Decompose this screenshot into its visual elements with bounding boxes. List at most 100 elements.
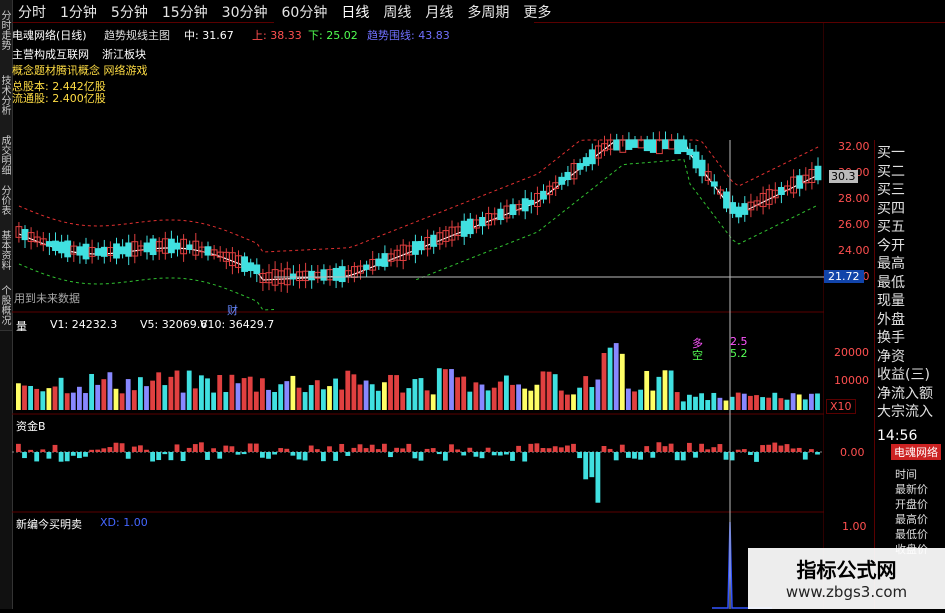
volume-bar	[705, 400, 711, 410]
quote-field: 最低价	[895, 528, 928, 541]
volume-bar	[284, 381, 290, 410]
candle-body	[241, 256, 248, 272]
fund-bar	[510, 452, 515, 461]
volume-bar	[571, 394, 576, 410]
candle-body	[674, 139, 682, 155]
candle-body	[656, 139, 663, 155]
period-tab[interactable]: 1分钟	[60, 2, 97, 22]
fund-bar	[534, 443, 540, 452]
period-tab[interactable]: 分时	[18, 2, 46, 22]
indicator-name[interactable]: 趋势规线主图	[104, 27, 170, 43]
fund-bar	[656, 442, 662, 452]
candle-body	[363, 264, 371, 270]
volume-unit: X10	[826, 399, 856, 414]
fund-bar	[601, 446, 607, 452]
volume-bar	[534, 384, 540, 410]
fund-bar	[266, 452, 271, 459]
volume-bar	[491, 387, 497, 410]
finance-marker[interactable]: 财	[227, 302, 238, 318]
quote-row-label: 买四	[877, 200, 905, 217]
quote-field: 开盘价	[895, 498, 928, 511]
candle-body	[576, 163, 584, 170]
fund-bar	[223, 445, 229, 452]
fund-bar	[406, 443, 412, 452]
price-current: 30.3	[829, 170, 858, 183]
candle-body	[680, 139, 688, 153]
up-value: 上: 38.33	[252, 29, 302, 42]
candle-body	[76, 246, 84, 256]
side-tab[interactable]: 分价表	[0, 180, 12, 221]
period-tab[interactable]: 周线	[383, 2, 411, 22]
candle-body	[253, 264, 261, 275]
side-tab[interactable]: 分时走势	[0, 0, 12, 61]
volume-bar	[357, 384, 363, 410]
volume-bar	[241, 378, 247, 410]
volume-bar	[113, 388, 119, 410]
candle-body	[418, 240, 425, 251]
fund-bar	[711, 447, 717, 452]
candle-body	[643, 139, 651, 152]
candle-body	[686, 148, 694, 156]
volume-axis-20000: 20000	[834, 346, 869, 359]
candle-body	[662, 139, 669, 150]
candle-body	[186, 244, 194, 250]
fund-bar	[717, 444, 723, 452]
fund-bar	[778, 445, 784, 452]
period-tabs: 分时 1分钟 5分钟 15分钟 30分钟 60分钟 日线 周线 月线 多周期 更多	[18, 2, 565, 22]
volume-bar	[589, 387, 595, 410]
fund-bar	[644, 446, 650, 452]
candle-body	[613, 139, 621, 151]
candle-body	[168, 238, 175, 254]
period-tab[interactable]: 更多	[523, 2, 551, 22]
fund-bar	[314, 449, 320, 452]
fund-bar	[607, 448, 613, 452]
fund-bar	[229, 446, 235, 452]
fund-bar	[809, 449, 814, 452]
signal-axis: 1.00	[842, 520, 867, 533]
fund-bar	[497, 452, 503, 456]
fund-bar	[412, 452, 418, 459]
fund-bar	[461, 452, 467, 456]
candle-body	[58, 241, 66, 254]
period-tab[interactable]: 15分钟	[162, 2, 208, 22]
candle-body	[119, 246, 126, 255]
fund-bar	[546, 448, 552, 452]
volume-bar	[455, 377, 460, 410]
volume-bar	[101, 379, 107, 410]
volume-bar	[687, 394, 692, 410]
fund-bar	[595, 452, 601, 503]
fund-bar	[723, 452, 729, 460]
side-tab[interactable]: 技术分析	[0, 60, 12, 131]
volume-bar	[168, 376, 174, 410]
period-tab[interactable]: 日线	[341, 2, 369, 22]
volume-bar	[156, 372, 162, 410]
period-tab[interactable]: 30分钟	[222, 2, 268, 22]
fund-bar	[571, 443, 576, 452]
volume-bar	[192, 388, 198, 410]
volume-bar	[180, 392, 186, 410]
chart-mask	[274, 280, 674, 310]
side-tab[interactable]: 基本资料	[0, 220, 12, 281]
volume-bar	[296, 387, 302, 410]
fund-bar	[674, 452, 680, 461]
region-block: 浙江板块	[102, 48, 146, 61]
volume-bar	[64, 393, 70, 410]
candle-body	[46, 241, 53, 247]
fund-title: 资金B	[16, 420, 46, 433]
fund-bar	[357, 444, 363, 452]
period-tab[interactable]: 60分钟	[282, 2, 328, 22]
side-tab[interactable]: 成交明细	[0, 130, 12, 181]
volume-bar	[162, 385, 168, 410]
volume-bar	[333, 378, 338, 410]
stock-tag[interactable]: 电魂网络	[891, 444, 941, 460]
fund-bar	[705, 449, 711, 452]
period-tab[interactable]: 月线	[425, 2, 453, 22]
period-tab[interactable]: 5分钟	[111, 2, 148, 22]
candle-body	[796, 175, 804, 189]
volume-bar	[430, 394, 436, 410]
period-tab[interactable]: 多周期	[467, 2, 509, 22]
side-tab[interactable]: 个股概况	[0, 280, 12, 331]
candle-body	[338, 266, 346, 283]
fund-bar	[89, 449, 94, 452]
chart-area[interactable]: 电魂网络(日线) 趋势规线主图 中: 31.67 上: 38.33 下: 25.…	[12, 21, 870, 609]
